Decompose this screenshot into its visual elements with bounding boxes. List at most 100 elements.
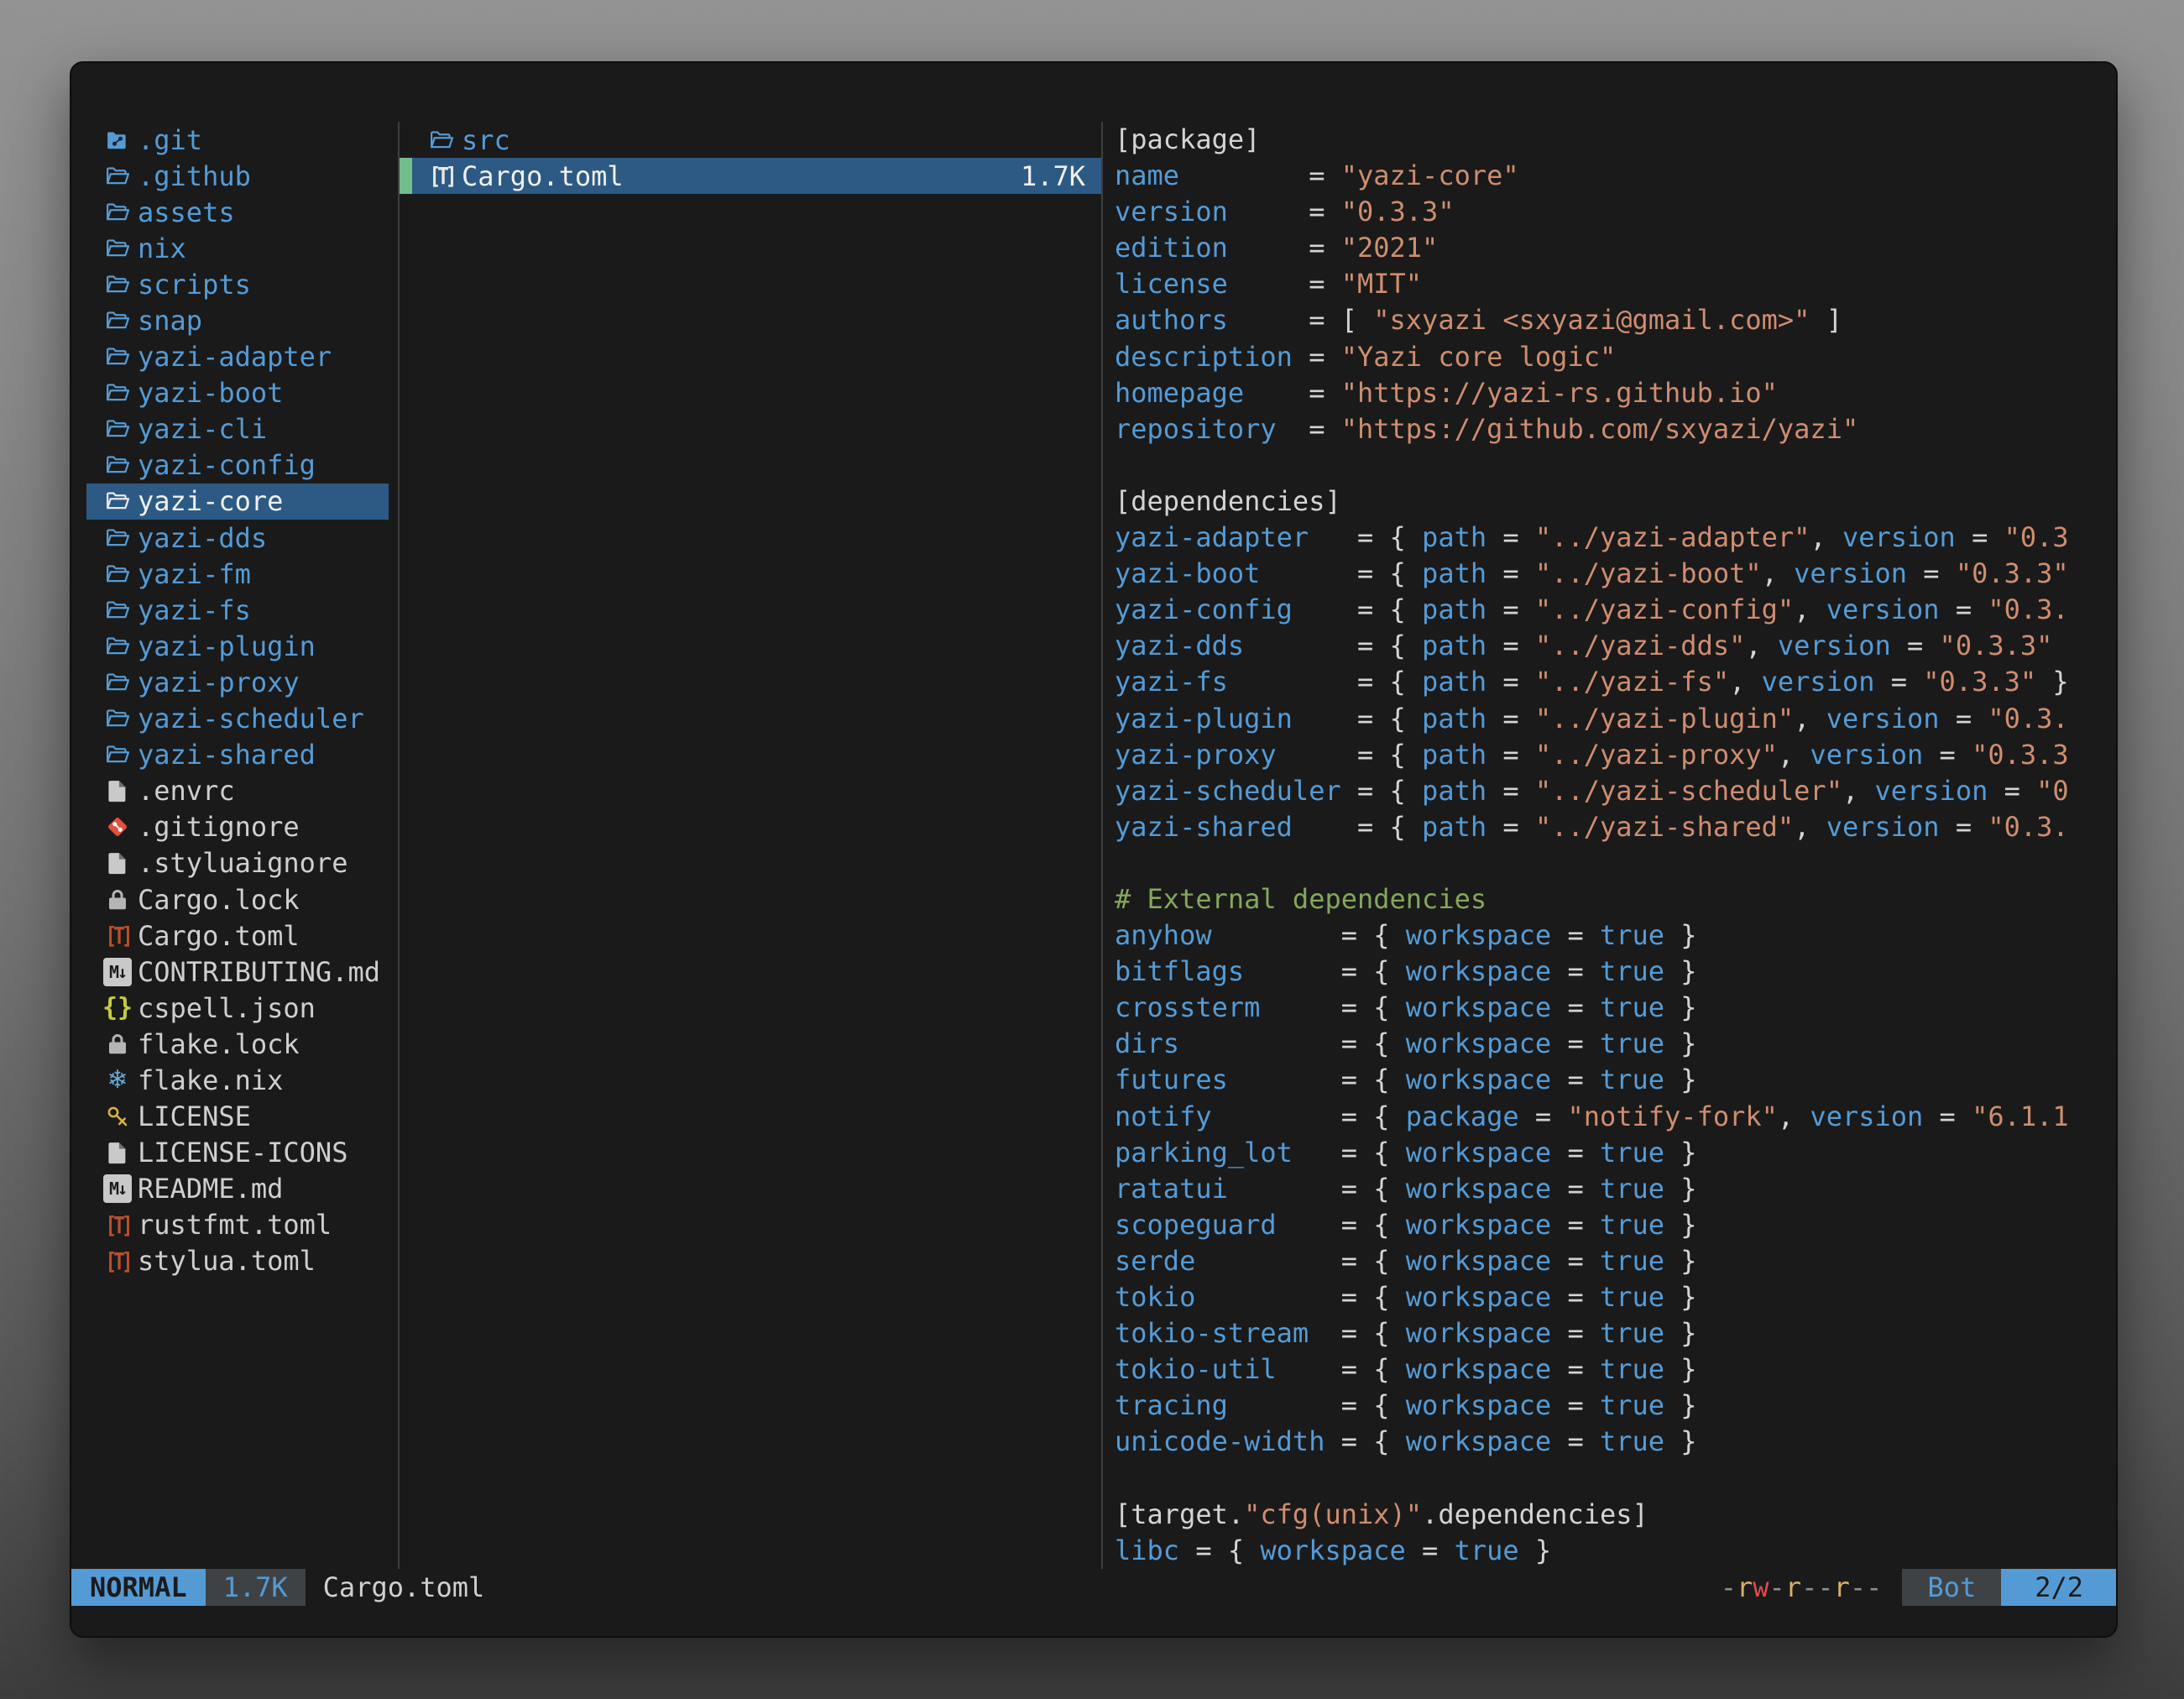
preview-line: yazi-plugin = { path = "../yazi-plugin",… <box>1115 701 2117 737</box>
preview-line: homepage = "https://yazi-rs.github.io" <box>1115 375 2117 411</box>
md-icon: M↓ <box>103 1174 132 1203</box>
item-label: yazi-fm <box>138 558 251 590</box>
item-label: nix <box>138 233 186 264</box>
status-bar-left: NORMAL 1.7K Cargo.toml <box>71 1569 484 1606</box>
item-label: Cargo.lock <box>138 884 300 916</box>
file-row[interactable]: flake.lock <box>86 1026 389 1062</box>
preview-line: yazi-fs = { path = "../yazi-fs", version… <box>1115 664 2117 700</box>
folder-icon <box>103 560 132 588</box>
preview-line: futures = { workspace = true } <box>1115 1062 2117 1098</box>
file-row[interactable]: Cargo.lock <box>86 881 389 917</box>
preview-line <box>1115 1460 2117 1496</box>
dir-row[interactable]: nix <box>86 230 389 266</box>
file-row[interactable]: LICENSE-ICONS <box>86 1135 389 1171</box>
folder-icon <box>103 306 132 335</box>
dir-row[interactable]: yazi-cli <box>86 411 389 447</box>
dir-row[interactable]: yazi-boot <box>86 375 389 411</box>
file-row[interactable]: [T]Cargo.toml <box>86 917 389 954</box>
dir-row[interactable]: scripts <box>86 266 389 302</box>
preview-line: yazi-dds = { path = "../yazi-dds", versi… <box>1115 628 2117 664</box>
dir-row[interactable]: yazi-fs <box>86 592 389 628</box>
dir-row[interactable]: .github <box>86 158 389 194</box>
file-row[interactable]: M↓CONTRIBUTING.md <box>86 954 389 990</box>
file-row[interactable]: .gitignore <box>86 809 389 845</box>
item-label: cspell.json <box>138 992 316 1024</box>
item-label: README.md <box>138 1173 283 1205</box>
parent-directory-pane: .git.githubassetsnixscriptssnapyazi-adap… <box>86 122 398 1569</box>
dir-row[interactable]: .git <box>86 122 389 158</box>
dir-row[interactable]: yazi-core <box>86 484 389 520</box>
dir-row[interactable]: yazi-plugin <box>86 628 389 664</box>
toml-icon: [T] <box>106 922 129 950</box>
json-icon: {} <box>103 994 132 1022</box>
preview-line: [package] <box>1115 122 2117 158</box>
file-size-badge: 1.7K <box>206 1569 306 1606</box>
dir-row[interactable]: yazi-fm <box>86 556 389 592</box>
file-row[interactable]: M↓README.md <box>86 1171 389 1207</box>
file-row[interactable]: [T]stylua.toml <box>86 1243 389 1279</box>
item-label: yazi-boot <box>138 377 283 409</box>
preview-line: tokio-util = { workspace = true } <box>1115 1351 2117 1388</box>
terminal-window: .git.githubassetsnixscriptssnapyazi-adap… <box>70 61 2118 1638</box>
file-row[interactable]: .styluaignore <box>86 845 389 881</box>
preview-line: repository = "https://github.com/sxyazi/… <box>1115 411 2117 447</box>
dir-row[interactable]: yazi-shared <box>86 737 389 773</box>
folder-icon <box>103 668 132 697</box>
preview-line: # External dependencies <box>1115 881 2117 917</box>
file-row[interactable]: [T]rustfmt.toml <box>86 1207 389 1243</box>
dir-row[interactable]: assets <box>86 194 389 230</box>
status-filename: Cargo.toml <box>323 1569 485 1606</box>
folder-icon <box>103 596 132 625</box>
item-size: 1.7K <box>1021 160 1103 192</box>
item-label: yazi-dds <box>138 522 267 554</box>
item-label: .gitignore <box>138 811 300 843</box>
item-label: snap <box>138 305 202 337</box>
folder-icon <box>103 198 132 227</box>
file-row[interactable]: [T]Cargo.toml1.7K <box>412 158 1103 194</box>
preview-line: ratatui = { workspace = true } <box>1115 1171 2117 1207</box>
preview-line: yazi-boot = { path = "../yazi-boot", ver… <box>1115 556 2117 592</box>
item-label: yazi-proxy <box>138 667 300 698</box>
preview-line: tokio-stream = { workspace = true } <box>1115 1315 2117 1351</box>
item-label: yazi-plugin <box>138 630 316 662</box>
dir-row[interactable]: snap <box>86 302 389 338</box>
file-icon <box>103 776 132 805</box>
item-label: LICENSE-ICONS <box>138 1137 347 1168</box>
preview-line: edition = "2021" <box>1115 230 2117 266</box>
file-row[interactable]: ❄flake.nix <box>86 1062 389 1098</box>
dir-row[interactable]: yazi-config <box>86 447 389 484</box>
folder-icon <box>103 704 132 733</box>
item-label: .github <box>138 160 251 192</box>
preview-line: yazi-proxy = { path = "../yazi-proxy", v… <box>1115 737 2117 773</box>
preview-line: [target."cfg(unix)".dependencies] <box>1115 1497 2117 1533</box>
preview-line: authors = [ "sxyazi <sxyazi@gmail.com>" … <box>1115 302 2117 338</box>
preview-line: [dependencies] <box>1115 484 2117 520</box>
folder-icon <box>103 379 132 407</box>
dir-row[interactable]: yazi-adapter <box>86 339 389 375</box>
dir-row[interactable]: yazi-proxy <box>86 664 389 700</box>
preview-line: unicode-width = { workspace = true } <box>1115 1424 2117 1460</box>
dir-row[interactable]: yazi-dds <box>86 520 389 556</box>
lock-icon <box>103 1030 132 1059</box>
preview-line <box>1115 845 2117 881</box>
file-row[interactable]: .envrc <box>86 773 389 809</box>
nix-icon: ❄ <box>103 1066 132 1095</box>
file-preview-pane[interactable]: [package]name = "yazi-core"version = "0.… <box>1115 122 2117 1569</box>
file-row[interactable]: LICENSE <box>86 1099 389 1135</box>
preview-line: scopeguard = { workspace = true } <box>1115 1207 2117 1243</box>
item-label: CONTRIBUTING.md <box>138 956 380 988</box>
dir-row[interactable]: src <box>412 122 1103 158</box>
folder-icon <box>103 270 132 299</box>
preview-line: libc = { workspace = true } <box>1115 1533 2117 1569</box>
dir-row[interactable]: yazi-scheduler <box>86 701 389 737</box>
scroll-position-badge: Bot <box>1902 1569 2001 1606</box>
item-label: yazi-config <box>138 449 316 481</box>
preview-line: crossterm = { workspace = true } <box>1115 990 2117 1026</box>
item-label: flake.nix <box>138 1064 283 1096</box>
item-label: rustfmt.toml <box>138 1209 332 1241</box>
file-row[interactable]: {}cspell.json <box>86 990 389 1026</box>
item-label: yazi-core <box>138 485 283 517</box>
folder-icon <box>103 524 132 552</box>
item-label: LICENSE <box>138 1100 251 1132</box>
preview-line: yazi-scheduler = { path = "../yazi-sched… <box>1115 773 2117 809</box>
